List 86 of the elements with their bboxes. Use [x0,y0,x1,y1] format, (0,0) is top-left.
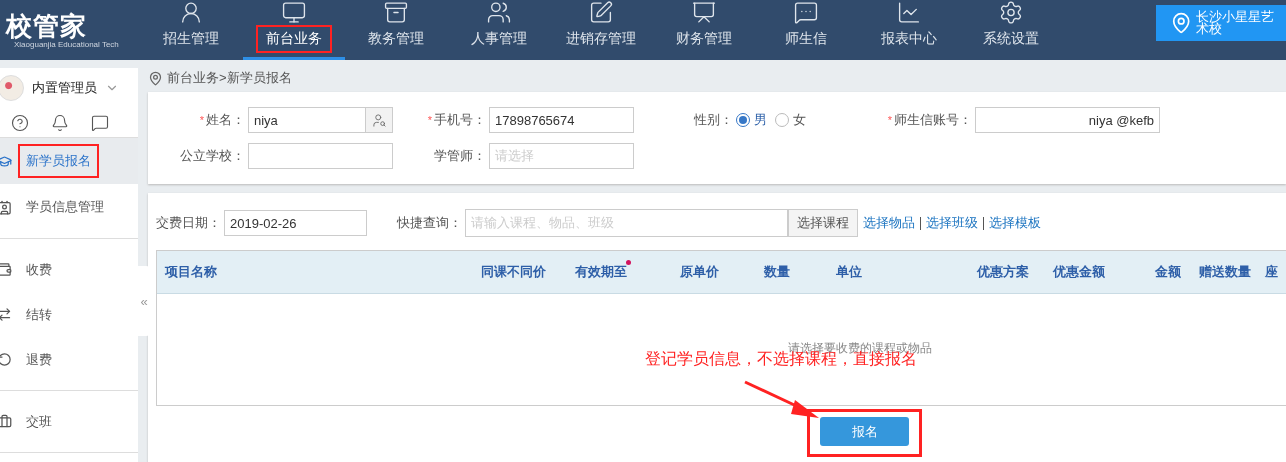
column-header: 项目名称 [165,263,217,281]
phone-field[interactable]: 17898765674 [489,107,634,133]
column-header: 赠送数量 [1199,263,1251,281]
briefcase-icon [0,414,12,429]
date-field[interactable]: 2019-02-26 [224,210,367,236]
people-icon [485,0,512,25]
nav-label: 前台业务 [255,25,332,53]
required-mark: * [887,114,892,126]
column-header: 优惠金额 [1053,263,1105,281]
field-label: 交费日期： [156,214,222,232]
field-label: *手机号： [426,111,487,129]
column-header: 原单价 [680,263,719,281]
refund-icon [0,352,12,367]
location-icon [148,70,163,86]
message-icon[interactable] [91,113,109,132]
column-header: 单位 [836,263,862,281]
sidebar-item[interactable]: 学员信息管理 [0,184,138,230]
transfer-icon [0,307,12,322]
field-label: 性别： [693,111,734,129]
user-search-icon [371,112,387,128]
nav-label: 师生信 [784,29,829,48]
user-name[interactable]: 内置管理员 [32,79,97,97]
pen-square-icon [588,0,615,25]
box-icon [383,0,410,25]
user-search-button[interactable] [365,108,392,132]
select-course-button[interactable]: 选择课程 [788,209,858,237]
sidebar-label: 学员信息管理 [25,198,105,216]
avatar [0,75,24,101]
wallet-icon [0,262,12,277]
contact-card-icon [0,199,12,215]
help-icon[interactable] [11,113,29,132]
required-mark: * [427,114,432,126]
sidebar-item[interactable]: 新学员报名 [0,138,138,184]
nav-tab[interactable]: 系统设置 [960,0,1063,60]
field-label: 公立学校： [179,147,246,165]
column-header: 优惠方案 [977,263,1029,281]
nav-tab[interactable]: 人事管理 [447,0,550,60]
sidebar-item[interactable]: 结转 [0,292,138,337]
link[interactable]: 选择模板 [989,214,1041,232]
sidebar-label: 新学员报名 [18,144,99,178]
nav-label: 进销存管理 [565,29,638,48]
nav-tab[interactable]: 财务管理 [652,0,755,60]
nav-label: 系统设置 [982,29,1041,48]
monitor-icon [280,0,307,25]
name-field[interactable]: niya [248,107,393,133]
logo-text: 校管家 [6,11,87,40]
sidebar-label: 退费 [25,350,53,369]
graduation-cap-icon [0,153,12,169]
field-label: *师生信账号： [886,111,973,129]
nav-tab[interactable]: 招生管理 [140,0,243,60]
nav-tab[interactable]: 师生信 [755,0,858,60]
sidebar-item[interactable]: 收费 [0,247,138,292]
nav-tab[interactable]: 报表中心 [857,0,960,60]
field-label: 学管师： [433,147,487,165]
nav-label: 教务管理 [367,29,426,48]
nav-label: 人事管理 [469,29,528,48]
link[interactable]: 选择班级 [926,214,978,232]
column-header: 座 [1265,263,1278,281]
nav-tab[interactable]: 进销存管理 [550,0,653,60]
sidebar-item[interactable]: 退费 [0,337,138,382]
column-header: 有效期至 [575,263,627,281]
nav-label: 报表中心 [879,29,938,48]
sidebar-label: 交班 [25,412,53,431]
link[interactable]: 选择物品 [863,214,915,232]
nav-label: 招生管理 [162,29,221,48]
column-header: 数量 [764,263,790,281]
sidebar-label: 结转 [25,305,53,324]
column-header: 金额 [1155,263,1181,281]
field-label: *姓名： [198,111,246,129]
breadcrumb: 前台业务>新学员报名 [167,69,292,87]
screen-icon [690,0,717,25]
sidebar-label: 收费 [25,260,53,279]
nav-tab[interactable]: 前台业务 [242,0,345,60]
radio-label[interactable]: 女 [793,111,806,129]
nav-tab[interactable]: 教务管理 [345,0,448,60]
account-field[interactable]: niya @kefb [975,107,1160,133]
column-header: 同课不同价 [481,263,546,281]
field-label: 快捷查询： [397,214,463,232]
radio-label[interactable]: 男 [754,111,767,129]
school-field[interactable] [248,143,393,169]
chat-icon [793,0,820,25]
bell-icon[interactable] [51,113,69,132]
nav-label: 财务管理 [674,29,733,48]
required-mark: * [199,114,204,126]
sidebar-item[interactable]: 交班 [0,399,138,444]
logo-tagline: Xiaoguanjia Educational Tech [14,39,120,49]
